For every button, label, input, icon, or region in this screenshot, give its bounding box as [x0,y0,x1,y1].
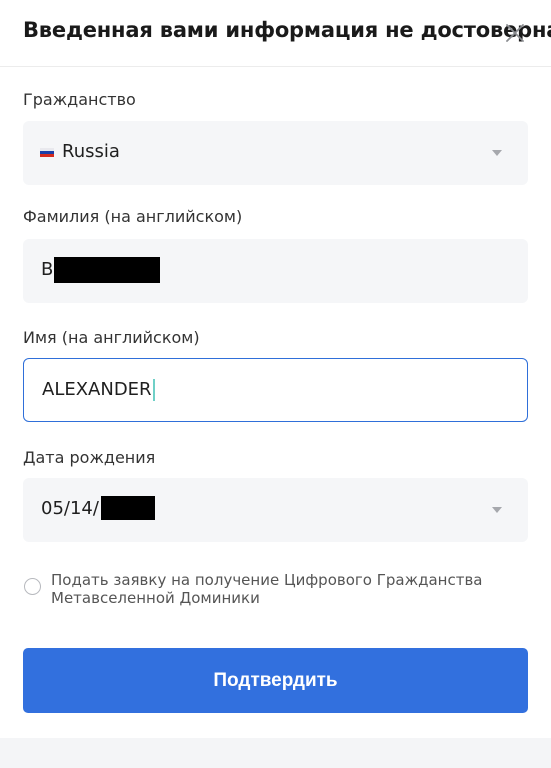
first-name-input[interactable]: ALEXANDER [23,358,528,422]
close-icon[interactable] [502,20,528,46]
last-name-input[interactable]: B [23,239,528,303]
bottom-strip [0,738,551,768]
consent-label[interactable]: Подать заявку на получение Цифрового Гра… [51,571,521,607]
citizenship-label: Гражданство [23,90,136,109]
text-caret [153,379,155,401]
birth-date-value: 05/14/ [41,498,99,519]
dialog-header: Введенная вами информация не достоверна [0,0,551,67]
redaction-bar [54,257,160,283]
last-name-value: B [41,259,54,280]
dialog-title: Введенная вами информация не достоверна [23,18,551,42]
redaction-bar [101,496,155,520]
russia-flag-icon [40,148,54,157]
citizenship-select[interactable]: Russia [23,121,528,185]
citizenship-value: Russia [62,141,120,162]
dialog: Введенная вами информация не достоверна … [0,0,551,768]
chevron-down-icon [492,150,502,156]
last-name-label: Фамилия (на английском) [23,207,243,226]
chevron-down-icon [492,507,502,513]
first-name-label: Имя (на английском) [23,328,200,347]
birth-date-label: Дата рождения [23,448,156,467]
first-name-value: ALEXANDER [42,379,152,400]
birth-date-select[interactable]: 05/14/ [23,478,528,542]
consent-radio[interactable] [24,578,41,595]
submit-button[interactable]: Подтвердить [23,648,528,713]
